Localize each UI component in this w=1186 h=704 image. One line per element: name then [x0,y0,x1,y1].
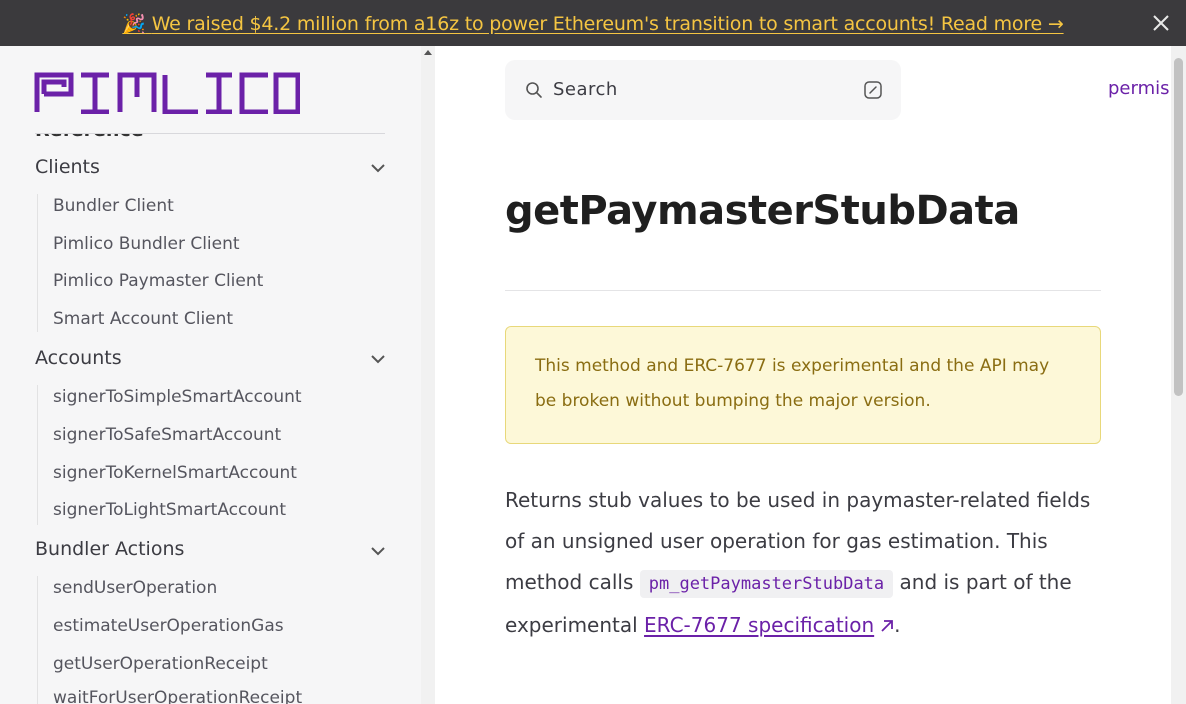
chevron-down-icon[interactable] [370,546,386,556]
sidebar-item-get-user-operation-receipt[interactable]: getUserOperationReceipt [53,654,268,674]
erc-7677-link-label: ERC-7677 specification [644,613,875,637]
external-link-icon [881,620,894,632]
sidebar-item-signer-to-kernel[interactable]: signerToKernelSmartAccount [53,463,297,483]
sidebar-group-bundler-actions[interactable]: Bundler Actions [35,538,184,560]
party-emoji: 🎉 [122,12,146,35]
search-input[interactable]: Search [505,60,901,120]
sidebar-group-clients[interactable]: Clients [35,156,100,178]
sidebar-item-send-user-operation[interactable]: sendUserOperation [53,578,217,598]
method-code: pm_getPaymasterStubData [639,570,894,598]
sidebar-scrollbar[interactable] [421,46,435,704]
sidebar-item-wait-for-user-operation-receipt[interactable]: waitForUserOperationReceipt [53,688,302,704]
nav-link-permissionless[interactable]: permis [1108,78,1170,99]
keyboard-shortcut-icon [864,81,882,99]
sidebar-item-estimate-user-operation-gas[interactable]: estimateUserOperationGas [53,616,284,636]
title-divider [505,290,1101,291]
page-scrollbar-thumb[interactable] [1174,58,1183,396]
banner-link[interactable]: 🎉 We raised $4.2 million from a16z to po… [122,12,1063,35]
sidebar-item-signer-to-safe[interactable]: signerToSafeSmartAccount [53,425,281,445]
sidebar-group-accounts[interactable]: Accounts [35,347,122,369]
chevron-down-icon[interactable] [370,163,386,173]
close-icon[interactable] [1150,12,1172,34]
group-guide-line [37,194,38,332]
search-icon [526,82,542,98]
sidebar-item-signer-to-simple[interactable]: signerToSimpleSmartAccount [53,387,302,407]
description-text-3: . [894,613,901,637]
search-placeholder: Search [553,79,618,100]
sidebar: Reference Clients Bundler Client Pimlico… [0,46,421,704]
sidebar-item-bundler-client[interactable]: Bundler Client [53,196,174,216]
chevron-down-icon[interactable] [370,354,386,364]
sidebar-item-smart-account-client[interactable]: Smart Account Client [53,309,233,329]
group-guide-line [37,385,38,525]
description-paragraph: Returns stub values to be used in paymas… [505,480,1105,646]
announcement-banner: 🎉 We raised $4.2 million from a16z to po… [0,0,1186,46]
logo-divider [35,133,385,134]
warning-callout: This method and ERC-7677 is experimental… [505,326,1101,444]
page-title: getPaymasterStubData [505,188,1020,234]
group-guide-line [37,576,38,704]
sidebar-item-pimlico-paymaster-client[interactable]: Pimlico Paymaster Client [53,271,263,291]
sidebar-item-pimlico-bundler-client[interactable]: Pimlico Bundler Client [53,234,240,254]
erc-7677-link[interactable]: ERC-7677 specification [644,613,874,637]
warning-text: This method and ERC-7677 is experimental… [535,356,1050,411]
sidebar-item-signer-to-light[interactable]: signerToLightSmartAccount [53,500,286,520]
pimlico-logo[interactable] [34,72,300,114]
banner-text: We raised $4.2 million from a16z to powe… [151,12,1064,35]
scroll-up-arrow-icon[interactable] [424,50,432,55]
